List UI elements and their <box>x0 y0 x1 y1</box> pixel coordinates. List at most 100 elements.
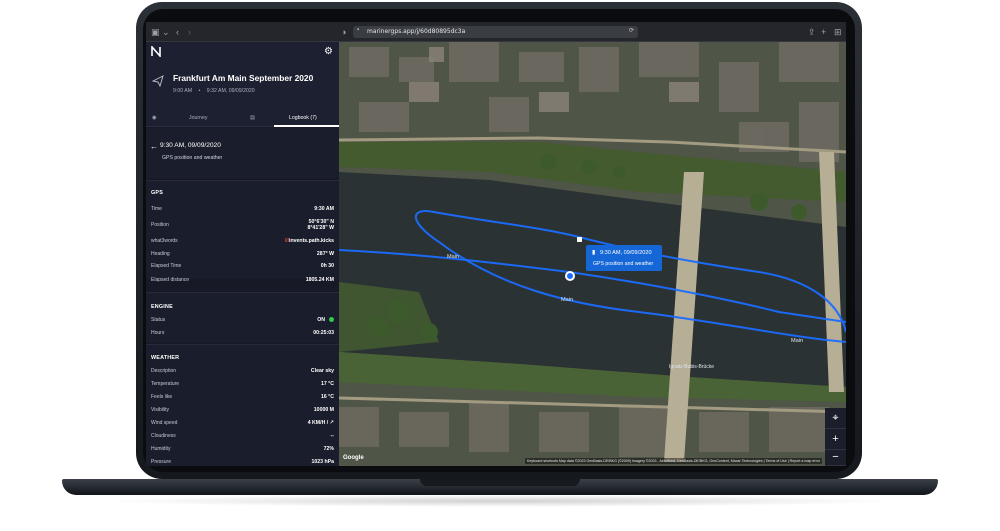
map-attribution[interactable]: Keyboard shortcuts Map data ©2023 GeoBas… <box>524 458 822 464</box>
logbook-icon[interactable]: ▤ <box>250 110 255 127</box>
gps-row-time: Time 9:30 AM <box>151 206 334 216</box>
row-label: Status <box>151 317 166 323</box>
row-label: Cloudiness <box>151 433 176 439</box>
popup-description: GPS position and weather <box>593 261 654 267</box>
back-arrow-icon[interactable]: ← <box>150 142 158 151</box>
row-value: ON <box>317 317 334 323</box>
row-value: -- <box>330 433 334 439</box>
weather-row-feels-like: Feels like 16 °C <box>151 394 334 404</box>
weather-row-temperature: Temperature 17 °C <box>151 381 334 391</box>
engine-row-status: Status ON <box>151 317 334 327</box>
crosshair-icon: ⌖ <box>832 412 839 424</box>
status-on-dot-icon <box>329 317 334 323</box>
gps-row-elapsed-time: Elapsed Time 0h 30 <box>151 263 334 273</box>
locate-button[interactable]: ⌖ <box>825 408 846 429</box>
address-bar[interactable]: ▪ marinergps.app/j/60d80895dc3a ⟳ <box>353 26 638 38</box>
map-popup[interactable]: ▮ 9:30 AM, 09/09/2020 GPS position and w… <box>586 245 662 271</box>
row-value: 00:25:03 <box>313 330 334 336</box>
engine-section-title: ENGINE <box>151 304 173 310</box>
tab-journey[interactable]: Journey <box>189 110 207 127</box>
weather-row-pressure: Pressure 1023 hPa <box>151 459 334 466</box>
river-label: Main <box>791 338 804 344</box>
row-label: Pressure <box>151 459 172 465</box>
trip-start: 9:00 AM <box>173 88 193 94</box>
sidebar: ⚙ Frankfurt Am Main September 2020 9:00 … <box>146 42 339 466</box>
back-icon[interactable]: ‹ <box>176 26 179 38</box>
laptop-shadow <box>100 495 900 507</box>
row-value[interactable]: ///invents.path.kicks <box>285 238 334 244</box>
row-label: Humidity <box>151 446 171 452</box>
weather-row-humidity: Humidity 72% <box>151 446 334 456</box>
zoom-out-button[interactable]: − <box>825 450 846 466</box>
laptop-notch <box>420 479 580 486</box>
row-value: 72% <box>323 446 334 452</box>
gps-row-what3words: what3words ///invents.path.kicks <box>151 238 334 248</box>
row-value: 4 KM/H / ↗ <box>307 420 334 426</box>
gps-section: GPS Time 9:30 AM Position 50°6'30" N 8°4… <box>146 180 339 279</box>
bookmark-icon: ▮ <box>592 250 596 256</box>
plus-icon: + <box>832 433 839 445</box>
share-icon[interactable]: ⇪ <box>808 26 816 38</box>
row-label: Temperature <box>151 381 180 387</box>
tab-overview-icon[interactable]: ⊞ <box>834 26 842 38</box>
row-value: 17 °C <box>320 381 334 387</box>
row-label: what3words <box>151 238 178 244</box>
row-label: Elapsed distance <box>151 277 190 283</box>
weather-row-description: Description Clear sky <box>151 368 334 378</box>
gps-section-title: GPS <box>151 190 163 196</box>
trip-time-range: 9:00 AM • 9:32 AM, 09/09/2020 <box>173 88 255 94</box>
row-label: Elapsed Time <box>151 263 182 269</box>
popup-time: 9:30 AM, 09/09/2020 <box>600 250 652 256</box>
row-label: Visibility <box>151 407 169 413</box>
sidebar-toggle-icon[interactable]: ▣ <box>151 26 160 38</box>
paper-plane-icon <box>151 75 164 90</box>
screen: ▣ ⌄ ‹ › ◑ ▪ marinergps.app/j/60d80895dc3… <box>146 22 846 466</box>
row-value: Clear sky <box>310 368 334 374</box>
row-label: Description <box>151 368 177 374</box>
weather-section: WEATHER Description Clear sky Temperatur… <box>146 344 339 466</box>
trip-title: Frankfurt Am Main September 2020 <box>173 73 314 83</box>
forward-icon[interactable]: › <box>188 26 191 38</box>
chevron-down-icon[interactable]: ⌄ <box>162 26 170 38</box>
row-label: Feels like <box>151 394 173 400</box>
entry-time: 9:30 AM, 09/09/2020 <box>160 142 221 149</box>
gps-row-heading: Heading 287° W <box>151 251 334 261</box>
weather-row-cloudiness: Cloudiness -- <box>151 433 334 443</box>
row-value: 1805.24 KM <box>305 277 334 283</box>
row-label: Wind speed <box>151 420 178 426</box>
row-value: 1023 hPa <box>311 459 335 465</box>
river-label: Main <box>447 254 460 260</box>
new-tab-icon[interactable]: + <box>821 26 826 38</box>
engine-section: ENGINE Status ON Hours 00:25:03 <box>146 292 339 343</box>
satellite-map[interactable]: Main Main Main Ignatz-Bubis-Brücke ▮ 9:3… <box>339 42 846 466</box>
row-value: 10000 M <box>313 407 334 413</box>
shield-icon[interactable]: ◑ <box>341 26 346 38</box>
row-value-lon: 8°41'28" W <box>307 225 334 231</box>
minus-icon: − <box>832 451 839 463</box>
zoom-in-button[interactable]: + <box>825 429 846 450</box>
weather-row-wind-speed: Wind speed 4 KM/H / ↗ <box>151 420 334 430</box>
bridge-label: Ignatz-Bubis-Brücke <box>669 364 715 370</box>
url-text: marinergps.app/j/60d80895dc3a <box>367 28 466 35</box>
tab-active-indicator <box>274 125 339 127</box>
weather-row-visibility: Visibility 10000 M <box>151 407 334 417</box>
row-value: 0h 30 <box>320 263 334 269</box>
gear-icon[interactable]: ⚙ <box>324 46 333 57</box>
browser-toolbar: ▣ ⌄ ‹ › ◑ ▪ marinergps.app/j/60d80895dc3… <box>146 22 846 42</box>
row-value: 9:30 AM <box>314 206 334 212</box>
trip-header: ⚙ Frankfurt Am Main September 2020 9:00 … <box>146 42 339 110</box>
trip-separator: • <box>198 88 201 94</box>
reload-icon[interactable]: ⟳ <box>629 27 634 34</box>
row-value: 16 °C <box>320 394 334 400</box>
pin-icon[interactable]: ◉ <box>152 110 157 127</box>
gps-row-position: Position 50°6'30" N 8°41'28" W <box>151 219 334 235</box>
engine-row-hours: Hours 00:25:03 <box>151 330 334 340</box>
weather-section-title: WEATHER <box>151 355 180 361</box>
row-label: Position <box>151 222 169 228</box>
trip-end: 9:32 AM, 09/09/2020 <box>206 88 255 94</box>
row-label: Heading <box>151 251 170 257</box>
entry-description: GPS position and weather <box>162 155 223 161</box>
mariner-logo-icon[interactable] <box>151 44 161 59</box>
row-label: Hours <box>151 330 165 336</box>
row-value: 287° W <box>316 251 334 257</box>
